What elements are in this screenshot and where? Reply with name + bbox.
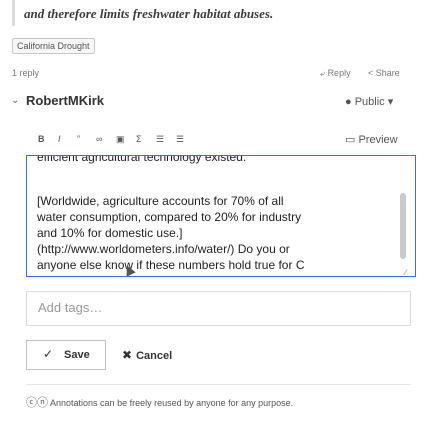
editor-scrolled-line: efficient agricultural technology existe… xyxy=(37,155,247,164)
reply-icon: ⤶ xyxy=(320,68,326,78)
editor-line: (http://www.worldometers.info/water/) Do… xyxy=(37,242,290,256)
quote-text: and therefore limits freshwater habitat … xyxy=(24,6,274,21)
checkmark-icon: ✓ xyxy=(43,347,54,361)
bulleted-list-button[interactable]: ☰ xyxy=(176,134,184,145)
cancel-label: Cancel xyxy=(136,350,173,362)
reply-label: Reply xyxy=(327,68,351,78)
bold-button[interactable]: B xyxy=(38,134,45,144)
quote-block: and therefore limits freshwater habitat … xyxy=(12,0,412,26)
math-button[interactable]: Σ xyxy=(136,134,142,144)
share-label: Share xyxy=(375,68,400,78)
editor-line: anyone else know if these numbers hold t… xyxy=(37,258,305,272)
privacy-dropdown[interactable]: ● Public ▾ xyxy=(345,95,393,108)
italic-button[interactable]: I xyxy=(58,134,61,144)
editor-line: and 10% for domestic use.] xyxy=(37,226,183,240)
annotation-textarea[interactable]: efficient agricultural technology existe… xyxy=(26,155,416,277)
cancel-icon: ✖ xyxy=(122,348,133,362)
globe-icon: ● xyxy=(345,96,352,108)
save-label: Save xyxy=(64,349,90,361)
privacy-label: Public xyxy=(354,96,385,108)
cancel-button[interactable]: ✖ Cancel xyxy=(122,346,172,364)
chevron-down-icon: ▾ xyxy=(387,96,394,108)
tags-input[interactable]: Add tags… xyxy=(26,291,411,326)
preview-icon: ▭ xyxy=(345,134,356,146)
share-button[interactable]: < Share xyxy=(368,68,400,78)
link-button[interactable]: ∞ xyxy=(96,134,102,144)
editor-line: [Worldwide, agriculture accounts for 70%… xyxy=(37,194,284,208)
license-text: Annotations can be freely reused by anyo… xyxy=(50,398,294,408)
collapse-chevron-icon[interactable]: ⌄ xyxy=(11,95,19,106)
editor-scrollbar[interactable] xyxy=(400,193,406,259)
editor-line: water consumption, compared to 20% for i… xyxy=(37,210,302,224)
share-icon: < xyxy=(368,68,374,78)
tags-placeholder: Add tags… xyxy=(38,300,103,315)
tag-california-drought[interactable]: California Drought xyxy=(12,38,95,54)
resize-handle-icon[interactable]: ∕ xyxy=(405,268,406,277)
reply-count[interactable]: 1 reply xyxy=(12,68,39,78)
divider xyxy=(26,384,411,385)
quote-button[interactable]: ” xyxy=(77,134,80,144)
save-button[interactable]: ✓ Save xyxy=(26,340,106,370)
preview-button[interactable]: ▭ Preview xyxy=(345,133,398,146)
preview-label: Preview xyxy=(358,134,398,146)
image-button[interactable]: ▣ xyxy=(116,134,125,145)
license-notice: ⓒⓝ Annotations can be freely reused by a… xyxy=(26,394,293,410)
creative-commons-icon[interactable]: ⓒⓝ xyxy=(26,397,48,409)
numbered-list-button[interactable]: ☰ xyxy=(156,134,164,145)
reply-button[interactable]: ⤶ Reply xyxy=(320,68,351,79)
author-name: RobertMKirk xyxy=(26,93,105,108)
